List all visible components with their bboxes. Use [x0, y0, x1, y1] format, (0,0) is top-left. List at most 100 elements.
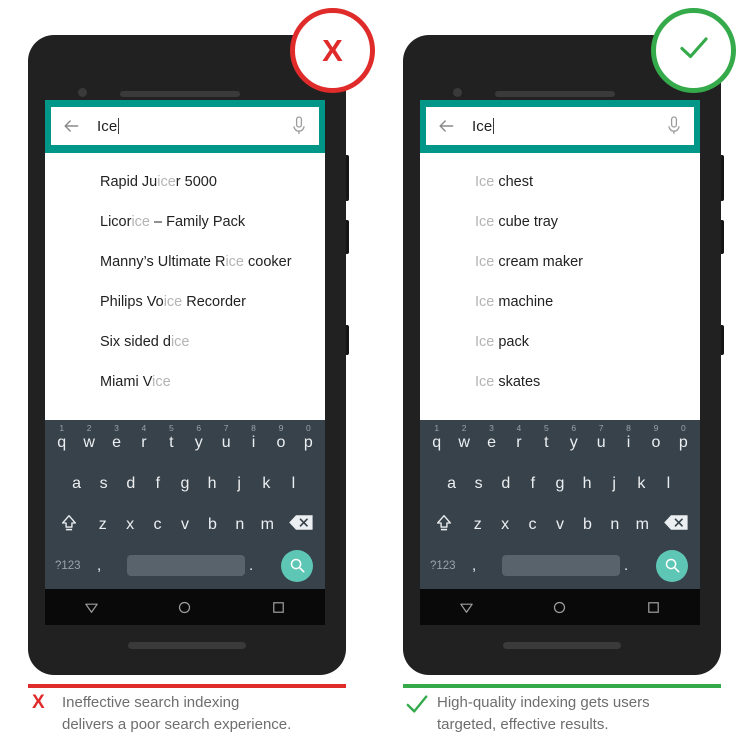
- key-period[interactable]: .: [249, 557, 275, 574]
- nav-recents-square-icon[interactable]: [270, 599, 287, 616]
- key-r[interactable]: 4r: [130, 423, 157, 451]
- nav-back-triangle-icon[interactable]: [458, 599, 475, 616]
- keyboard-search-button[interactable]: [275, 549, 319, 582]
- key-number-hint: 2: [461, 422, 467, 433]
- back-arrow-icon[interactable]: [61, 116, 81, 136]
- search-input-text-good[interactable]: Ice: [472, 117, 666, 135]
- key-comma[interactable]: ,: [472, 557, 498, 574]
- keyboard-search-button[interactable]: [650, 549, 694, 582]
- list-item[interactable]: Ice machine: [420, 282, 700, 322]
- key-o[interactable]: 9o: [267, 423, 294, 451]
- key-k[interactable]: k: [253, 475, 280, 492]
- key-label: e: [112, 433, 121, 451]
- suggestion-match: ice: [225, 254, 244, 270]
- list-item[interactable]: Ice pack: [420, 322, 700, 362]
- key-a[interactable]: a: [438, 475, 465, 492]
- key-c[interactable]: c: [144, 516, 171, 533]
- microphone-icon[interactable]: [291, 115, 307, 137]
- key-q[interactable]: 1q: [48, 423, 75, 451]
- key-i[interactable]: 8i: [615, 423, 642, 451]
- key-r[interactable]: 4r: [505, 423, 532, 451]
- key-m[interactable]: m: [629, 516, 656, 533]
- list-item[interactable]: Licorice – Family Pack: [45, 202, 325, 242]
- nav-back-triangle-icon[interactable]: [83, 599, 100, 616]
- key-h[interactable]: h: [574, 475, 601, 492]
- key-x[interactable]: x: [116, 516, 143, 533]
- key-q[interactable]: 1q: [423, 423, 450, 451]
- symbols-key[interactable]: ?123: [426, 560, 472, 572]
- key-b[interactable]: b: [199, 516, 226, 533]
- comparison-figure: Ice Rapid Juicer 5000 Licorice – Family …: [0, 0, 750, 754]
- shift-icon[interactable]: [49, 513, 89, 537]
- key-u[interactable]: 7u: [212, 423, 239, 451]
- key-t[interactable]: 5t: [533, 423, 560, 451]
- list-item[interactable]: Ice skates: [420, 362, 700, 389]
- bottom-bezel-bar: [128, 642, 246, 649]
- key-o[interactable]: 9o: [642, 423, 669, 451]
- search-field-bad[interactable]: Ice: [51, 107, 319, 145]
- key-x[interactable]: x: [491, 516, 518, 533]
- key-g[interactable]: g: [171, 475, 198, 492]
- list-item[interactable]: Ice cube tray: [420, 202, 700, 242]
- spacebar[interactable]: [127, 555, 245, 576]
- spacebar[interactable]: [502, 555, 620, 576]
- back-arrow-icon[interactable]: [436, 116, 456, 136]
- nav-home-circle-icon[interactable]: [551, 599, 568, 616]
- key-g[interactable]: g: [546, 475, 573, 492]
- key-p[interactable]: 0p: [670, 423, 697, 451]
- search-bar-container-good: Ice: [420, 100, 700, 153]
- key-s[interactable]: s: [465, 475, 492, 492]
- key-y[interactable]: 6y: [185, 423, 212, 451]
- key-i[interactable]: 8i: [240, 423, 267, 451]
- key-y[interactable]: 6y: [560, 423, 587, 451]
- list-item[interactable]: Ice cream maker: [420, 242, 700, 282]
- key-s[interactable]: s: [90, 475, 117, 492]
- search-input-text-bad[interactable]: Ice: [97, 117, 291, 135]
- key-z[interactable]: z: [89, 516, 116, 533]
- list-item[interactable]: Miami Vice: [45, 362, 325, 389]
- key-d[interactable]: d: [117, 475, 144, 492]
- suggestion-list-bad: Rapid Juicer 5000 Licorice – Family Pack…: [45, 153, 325, 389]
- nav-home-circle-icon[interactable]: [176, 599, 193, 616]
- key-number-hint: 7: [223, 422, 229, 433]
- backspace-icon[interactable]: [656, 514, 696, 535]
- key-c[interactable]: c: [519, 516, 546, 533]
- list-item[interactable]: Manny’s Ultimate Rice cooker: [45, 242, 325, 282]
- backspace-icon[interactable]: [281, 514, 321, 535]
- key-n[interactable]: n: [226, 516, 253, 533]
- key-comma[interactable]: ,: [97, 557, 123, 574]
- nav-recents-square-icon[interactable]: [645, 599, 662, 616]
- shift-icon[interactable]: [424, 513, 464, 537]
- key-f[interactable]: f: [144, 475, 171, 492]
- key-u[interactable]: 7u: [587, 423, 614, 451]
- key-t[interactable]: 5t: [158, 423, 185, 451]
- key-p[interactable]: 0p: [295, 423, 322, 451]
- key-l[interactable]: l: [280, 475, 307, 492]
- key-e[interactable]: 3e: [103, 423, 130, 451]
- symbols-key[interactable]: ?123: [51, 560, 97, 572]
- key-f[interactable]: f: [519, 475, 546, 492]
- key-w[interactable]: 2w: [450, 423, 477, 451]
- key-l[interactable]: l: [655, 475, 682, 492]
- search-field-good[interactable]: Ice: [426, 107, 694, 145]
- key-v[interactable]: v: [171, 516, 198, 533]
- key-e[interactable]: 3e: [478, 423, 505, 451]
- key-m[interactable]: m: [254, 516, 281, 533]
- key-n[interactable]: n: [601, 516, 628, 533]
- microphone-icon[interactable]: [666, 115, 682, 137]
- list-item[interactable]: Rapid Juicer 5000: [45, 162, 325, 202]
- key-k[interactable]: k: [628, 475, 655, 492]
- key-period[interactable]: .: [624, 557, 650, 574]
- key-a[interactable]: a: [63, 475, 90, 492]
- list-item[interactable]: Philips Voice Recorder: [45, 282, 325, 322]
- key-j[interactable]: j: [601, 475, 628, 492]
- list-item[interactable]: Six sided dice: [45, 322, 325, 362]
- key-h[interactable]: h: [199, 475, 226, 492]
- key-v[interactable]: v: [546, 516, 573, 533]
- key-j[interactable]: j: [226, 475, 253, 492]
- key-w[interactable]: 2w: [75, 423, 102, 451]
- key-z[interactable]: z: [464, 516, 491, 533]
- key-b[interactable]: b: [574, 516, 601, 533]
- list-item[interactable]: Ice chest: [420, 162, 700, 202]
- key-d[interactable]: d: [492, 475, 519, 492]
